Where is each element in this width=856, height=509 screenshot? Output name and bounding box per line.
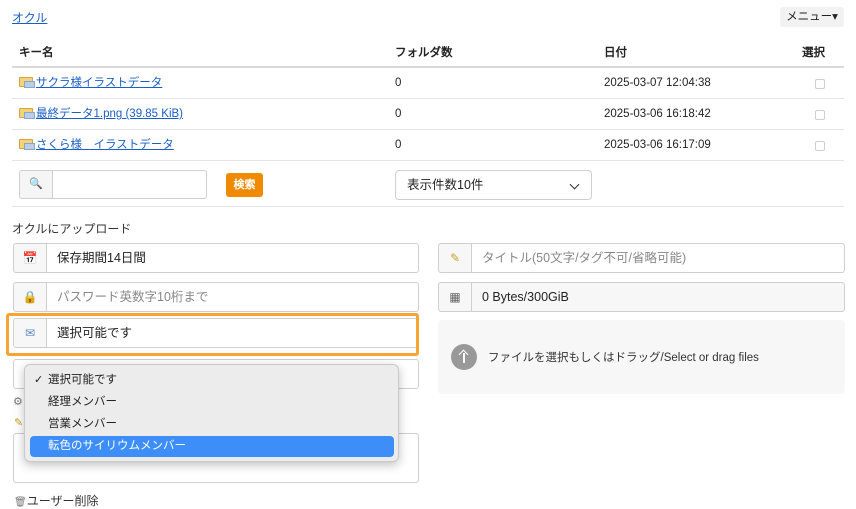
brand-link[interactable]: オクル: [12, 9, 47, 26]
table-row: サクラ様イラストデータ 0 2025-03-07 12:04:38: [12, 68, 844, 99]
menu-button[interactable]: メニュー▾: [780, 7, 844, 27]
menu-item-option-3[interactable]: 営業メンバー: [30, 414, 394, 435]
delete-user-link[interactable]: 🗑ユーザー削除: [14, 492, 98, 509]
chevron-down-icon: [569, 179, 580, 190]
column-header-name: キー名: [19, 47, 54, 59]
column-header-select: 選択: [802, 47, 825, 59]
folder-icon: [19, 108, 35, 119]
file-link[interactable]: さくら様 イラストデータ: [36, 139, 174, 151]
column-header-folder-count: フォルダ数: [395, 47, 453, 59]
password-input[interactable]: パスワード英数字10桁まで: [46, 282, 419, 312]
row-count: 0: [395, 139, 402, 151]
table-header: キー名 フォルダ数 日付 選択: [12, 38, 844, 68]
table-row: さくら様 イラストデータ 0 2025-03-06 16:17:09: [12, 130, 844, 161]
table-row: 最終データ1.png (39.85 KiB) 0 2025-03-06 16:1…: [12, 99, 844, 130]
upload-heading: オクルにアップロード: [12, 222, 132, 236]
storage-field: ▦ 0 Bytes/300GiB: [438, 282, 845, 312]
pencil-icon: ✎: [438, 243, 472, 273]
search-bar: 🔍 検索 表示件数10件: [12, 163, 844, 207]
menu-item-label: 転色のサイリウムメンバー: [48, 440, 186, 452]
menu-item-option-4[interactable]: 転色のサイリウムメンバー: [30, 436, 394, 457]
lock-icon: 🔒: [13, 282, 47, 312]
row-count: 0: [395, 108, 402, 120]
file-dropzone[interactable]: ファイルを選択もしくはドラッグ/Select or drag files: [438, 320, 845, 394]
upload-icon: [451, 344, 477, 370]
page-size-value: 表示件数10件: [407, 178, 484, 192]
row-name-cell: さくら様 イラストデータ: [19, 130, 174, 160]
dropzone-text: ファイルを選択もしくはドラッグ/Select or drag files: [488, 352, 759, 364]
storage-value: 0 Bytes/300GiB: [471, 282, 845, 312]
menu-item-option-1[interactable]: ✓ 選択可能です: [30, 370, 394, 391]
password-field[interactable]: 🔒 パスワード英数字10桁まで: [13, 282, 419, 312]
column-header-date: 日付: [604, 47, 627, 59]
row-select-checkbox[interactable]: [815, 110, 825, 120]
gear-icon: ⚙: [13, 396, 23, 408]
row-date: 2025-03-06 16:17:09: [604, 139, 711, 151]
recipient-dropdown-menu: ✓ 選択可能です 経理メンバー 営業メンバー 転色のサイリウムメンバー: [24, 364, 399, 462]
search-icon: 🔍: [19, 170, 53, 199]
row-select-checkbox[interactable]: [815, 79, 825, 89]
folder-icon: [19, 139, 35, 150]
menu-item-label: 経理メンバー: [48, 396, 117, 408]
file-link[interactable]: サクラ様イラストデータ: [36, 77, 162, 89]
search-input[interactable]: [52, 170, 207, 199]
row-name-cell: サクラ様イラストデータ: [19, 68, 162, 98]
row-select-checkbox[interactable]: [815, 141, 825, 151]
highlight-box: [6, 313, 419, 356]
row-date: 2025-03-06 16:18:42: [604, 108, 711, 120]
row-date: 2025-03-07 12:04:38: [604, 77, 711, 89]
menu-item-label: 営業メンバー: [48, 418, 117, 430]
folder-icon: [19, 77, 35, 88]
retention-field[interactable]: 📅 保存期間14日間: [13, 243, 419, 273]
calendar-icon: 📅: [13, 243, 47, 273]
storage-icon: ▦: [438, 282, 472, 312]
search-button[interactable]: 検索: [226, 173, 263, 197]
pencil-icon: ✎: [14, 417, 24, 429]
menu-item-label: 選択可能です: [48, 374, 117, 386]
retention-select[interactable]: 保存期間14日間: [46, 243, 419, 273]
menu-item-option-2[interactable]: 経理メンバー: [30, 392, 394, 413]
trash-icon: 🗑: [14, 497, 27, 508]
title-input[interactable]: タイトル(50文字/タグ不可/省略可能): [471, 243, 845, 273]
page-size-select[interactable]: 表示件数10件: [395, 170, 592, 200]
checkmark-icon: ✓: [34, 374, 44, 386]
row-name-cell: 最終データ1.png (39.85 KiB): [19, 99, 183, 129]
file-link[interactable]: 最終データ1.png (39.85 KiB): [36, 108, 183, 120]
file-table: キー名 フォルダ数 日付 選択 サクラ様イラストデータ 0 2025-03-07…: [12, 38, 844, 161]
row-count: 0: [395, 77, 402, 89]
title-field[interactable]: ✎ タイトル(50文字/タグ不可/省略可能): [438, 243, 845, 273]
delete-user-label: ユーザー削除: [26, 494, 99, 508]
